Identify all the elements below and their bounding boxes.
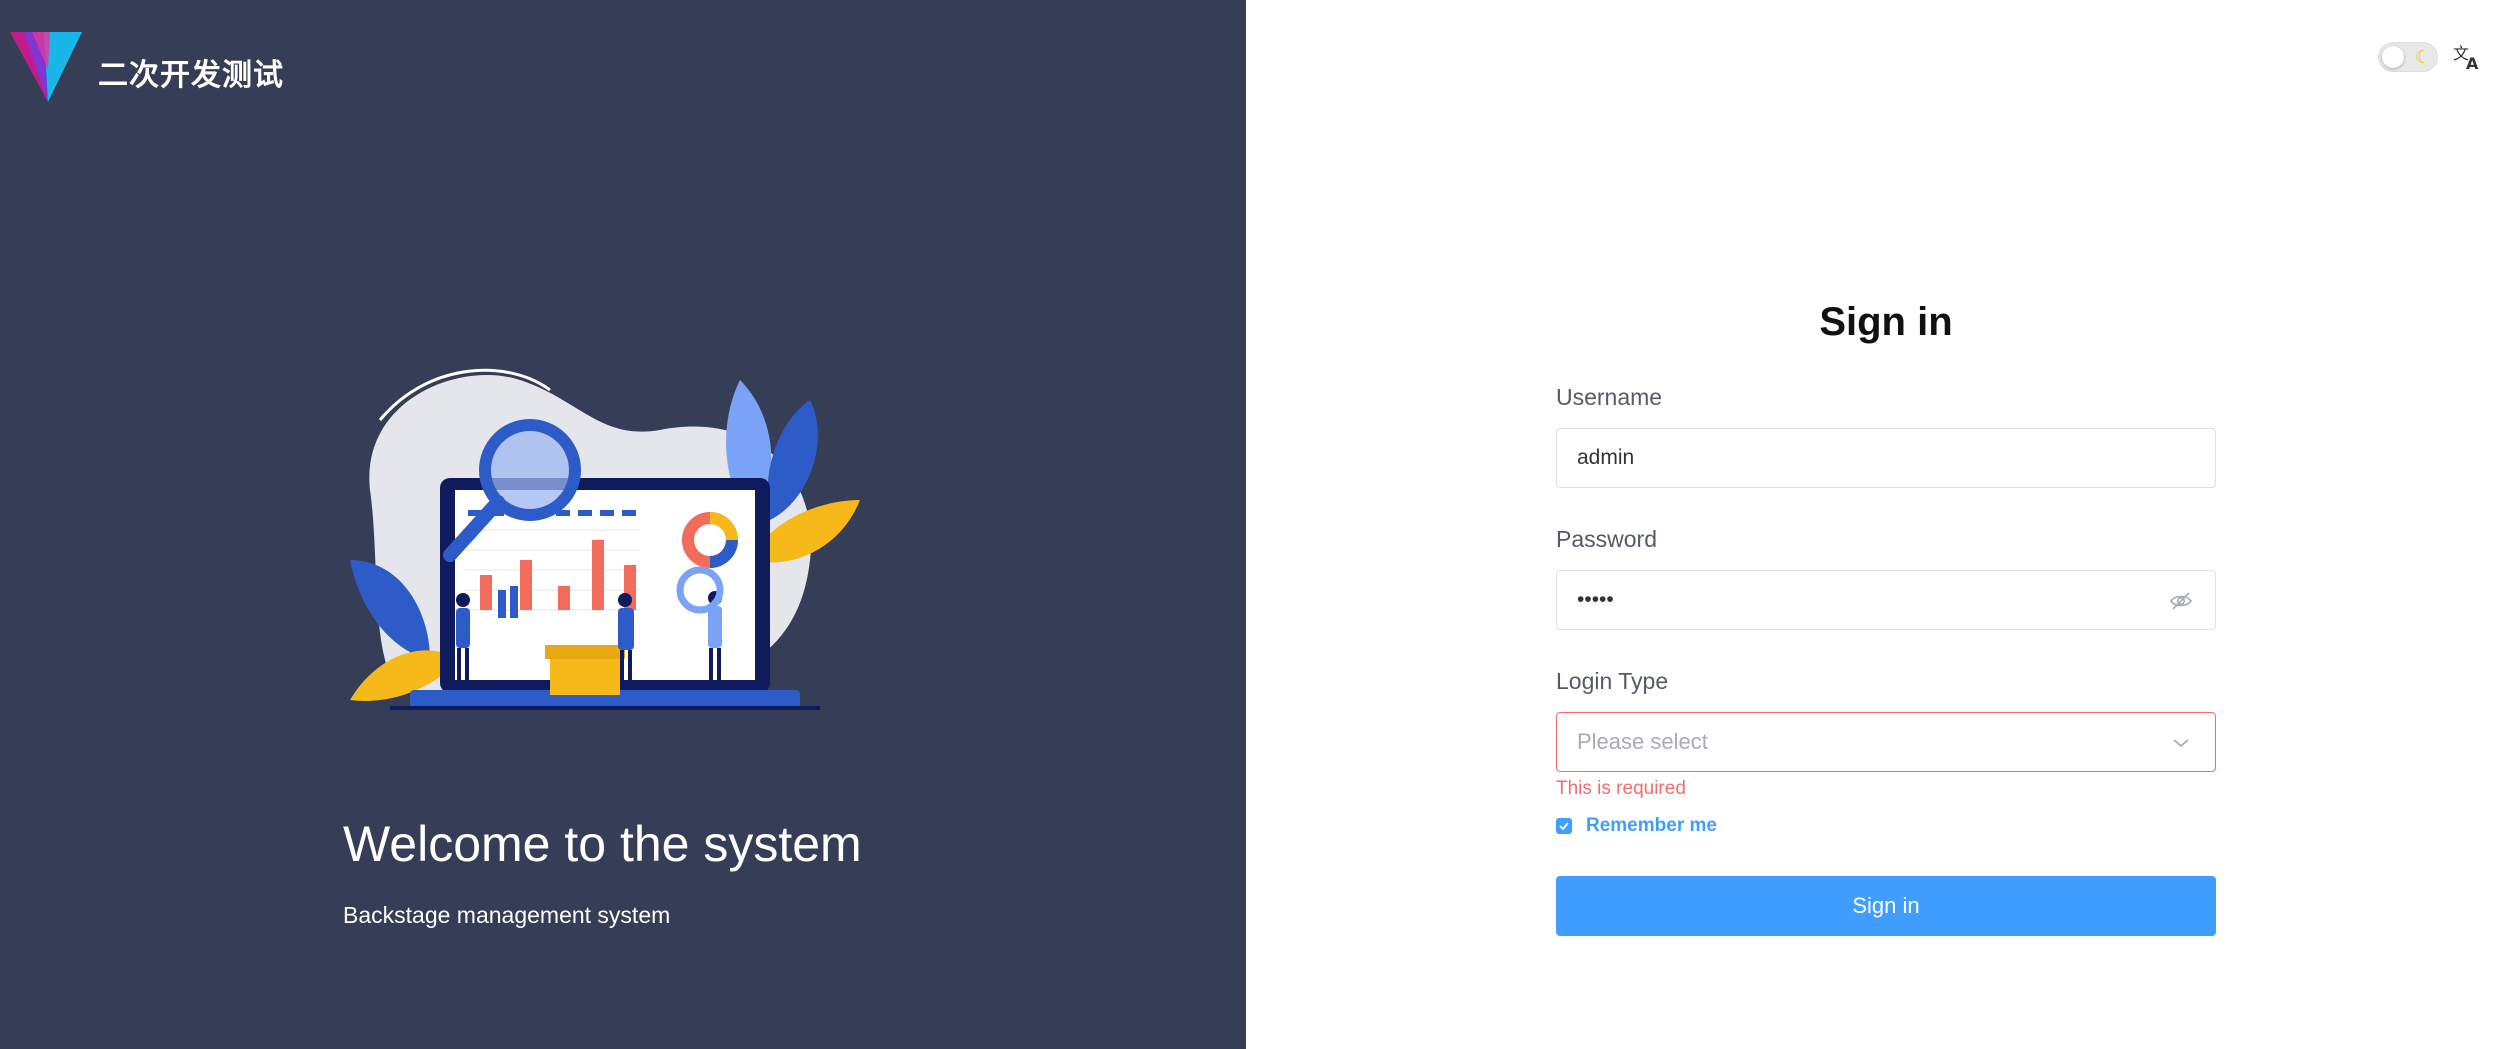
moon-icon: ☾ bbox=[2414, 47, 2431, 67]
sign-in-button[interactable]: Sign in bbox=[1556, 876, 2216, 936]
password-input[interactable]: ••••• bbox=[1556, 570, 2216, 630]
svg-text:A: A bbox=[2466, 54, 2479, 72]
password-value: ••••• bbox=[1577, 588, 1614, 611]
username-label: Username bbox=[1556, 384, 1663, 410]
login-type-select[interactable]: Please select bbox=[1556, 712, 2216, 772]
analytics-illustration bbox=[350, 368, 860, 710]
welcome-subtitle: Backstage management system bbox=[343, 902, 671, 928]
remember-me-checkbox[interactable]: Remember me bbox=[1556, 812, 2216, 840]
translate-icon[interactable]: 文 A bbox=[2452, 40, 2484, 72]
login-type-placeholder: Please select bbox=[1577, 729, 1708, 754]
login-type-error: This is required bbox=[1556, 778, 1686, 799]
welcome-title: Welcome to the system bbox=[343, 816, 862, 872]
form-title: Sign in bbox=[1819, 300, 1953, 344]
remember-me-label: Remember me bbox=[1586, 815, 1717, 836]
checkbox-checked-icon[interactable] bbox=[1556, 818, 1572, 834]
left-panel: 二次开发测试 Welcome to the system Backstage m… bbox=[0, 0, 1246, 1049]
username-value: admin bbox=[1577, 446, 1635, 469]
toggle-knob bbox=[2382, 46, 2404, 68]
username-input[interactable]: admin bbox=[1556, 428, 2216, 488]
dark-mode-toggle[interactable]: ☾ bbox=[2378, 42, 2438, 72]
eye-hidden-icon[interactable] bbox=[2169, 589, 2193, 613]
logo bbox=[10, 32, 82, 102]
password-label: Password bbox=[1556, 526, 1657, 552]
chevron-down-icon bbox=[2173, 739, 2189, 748]
login-type-label: Login Type bbox=[1556, 668, 1669, 694]
login-form: Sign in Username admin Password ••••• Lo… bbox=[1556, 290, 2216, 936]
app-title: 二次开发测试 bbox=[98, 58, 284, 93]
